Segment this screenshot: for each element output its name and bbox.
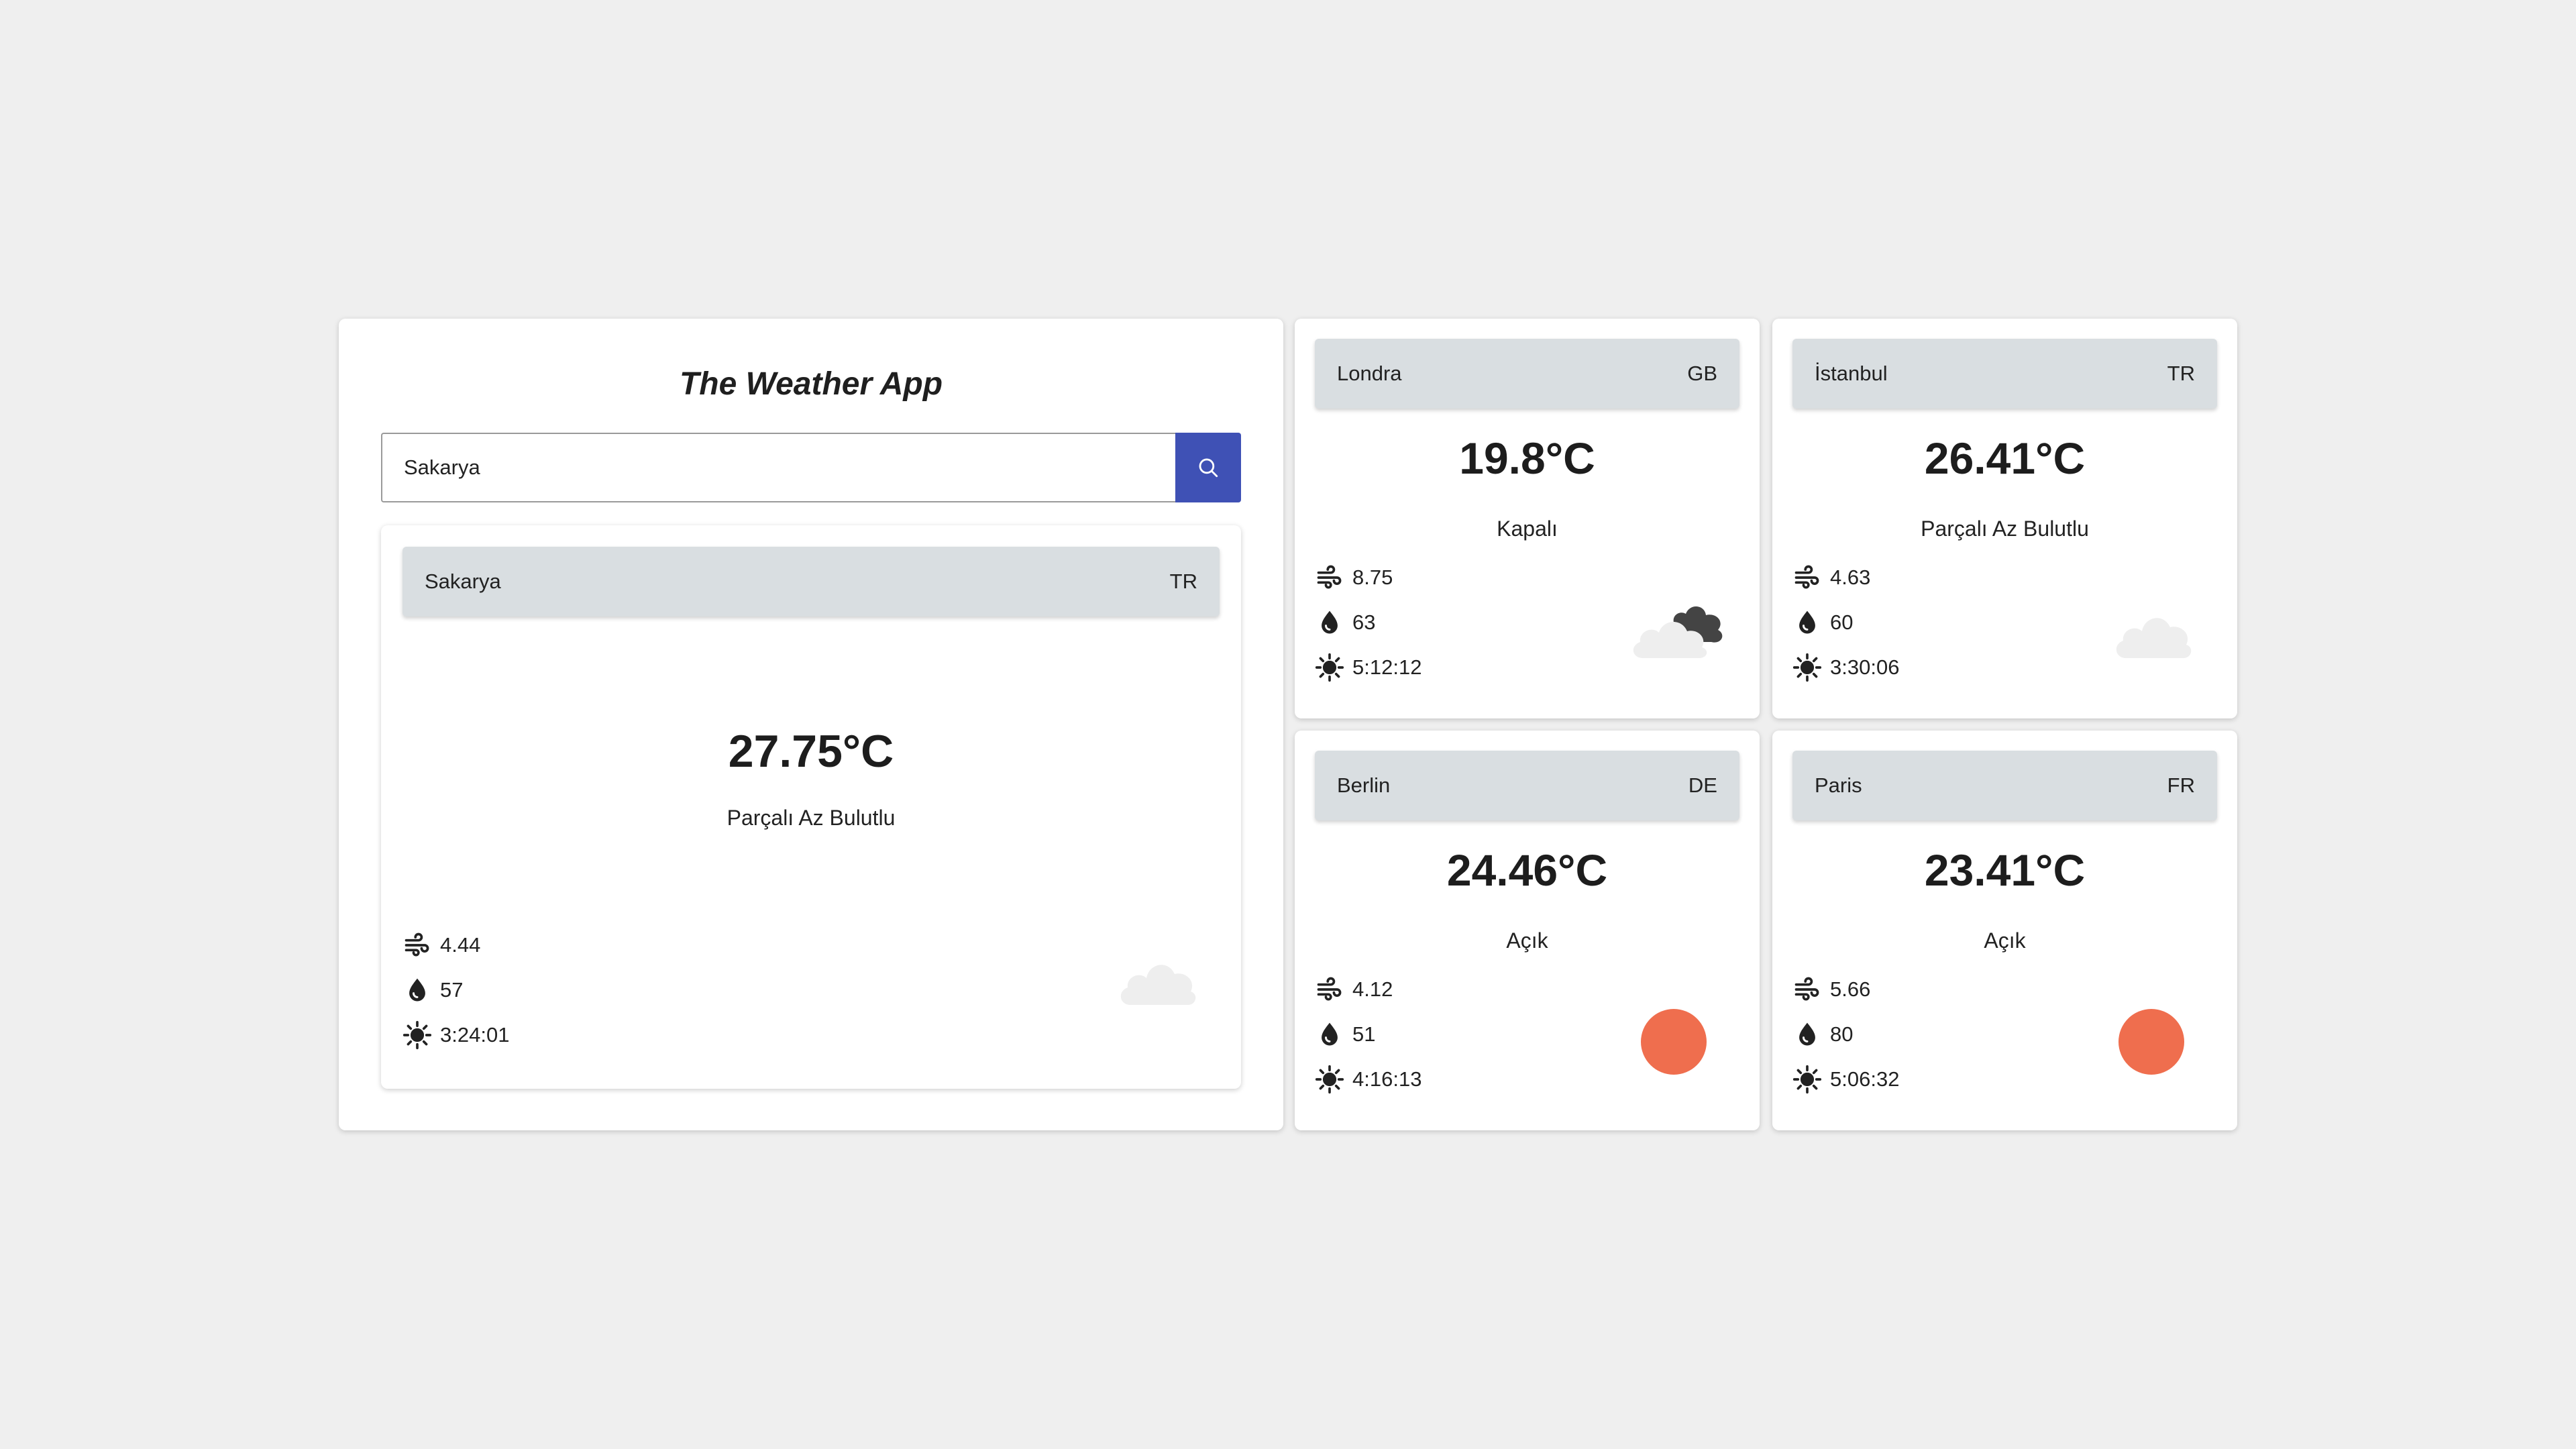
temperature: 26.41°C	[1924, 433, 2086, 483]
sun-stat: 3:30:06	[1792, 645, 1899, 690]
sun-icon	[1315, 1065, 1344, 1093]
wind-value: 4.63	[1830, 565, 1871, 589]
humidity-stat: 80	[1792, 1012, 1899, 1057]
humidity-stat: 63	[1315, 600, 1421, 645]
sunshine-value: 4:16:13	[1352, 1067, 1422, 1091]
sunshine-value: 5:06:32	[1830, 1067, 1900, 1091]
humidity-icon	[1322, 1022, 1338, 1045]
sunshine-value: 3:30:06	[1830, 655, 1900, 679]
cloud-icon	[1120, 965, 1196, 1005]
humidity-icon	[1799, 1022, 1815, 1045]
humidity-value: 60	[1830, 610, 1854, 634]
humidity-stat: 51	[1315, 1012, 1421, 1057]
humidity-value: 63	[1352, 610, 1376, 634]
card-header: Londra GB	[1315, 339, 1739, 409]
wind-stat: 8.75	[1315, 555, 1421, 600]
humidity-value: 51	[1352, 1022, 1376, 1046]
city-card-paris: Paris FR 23.41°C Açık 5.66 80 5:06:32	[1772, 731, 2237, 1130]
sun-icon	[1315, 653, 1344, 682]
sun-stat: 5:06:32	[1792, 1057, 1899, 1102]
city-name: Londra	[1337, 362, 1402, 385]
weather-description: Açık	[1506, 928, 1548, 953]
wind-stat: 4.44	[402, 922, 509, 967]
wind-value: 4.44	[440, 932, 481, 957]
temperature: 24.46°C	[1446, 845, 1608, 895]
sun-icon	[1792, 653, 1822, 682]
sun-stat: 5:12:12	[1315, 645, 1421, 690]
sunshine-value: 3:24:01	[440, 1022, 510, 1046]
card-header: Paris FR	[1792, 751, 2217, 820]
weather-stats: 4.12 51 4:16:13	[1315, 967, 1421, 1102]
weather-description: Kapalı	[1497, 517, 1558, 541]
weather-stats: 5.66 80 5:06:32	[1792, 967, 1899, 1102]
wind-icon	[1794, 977, 1819, 1000]
sun-icon	[402, 1020, 432, 1049]
temperature: 27.75°C	[728, 726, 894, 777]
wind-stat: 4.63	[1792, 555, 1899, 600]
city-card-londra: Londra GB 19.8°C Kapalı 8.75 63 5:12:12	[1295, 319, 1760, 718]
city-card-berlin: Berlin DE 24.46°C Açık 4.12 51 4:16:13	[1295, 731, 1760, 1130]
city-card-istanbul: İstanbul TR 26.41°C Parçalı Az Bulutlu 4…	[1772, 319, 2237, 718]
wind-value: 8.75	[1352, 565, 1393, 589]
wind-value: 4.12	[1352, 977, 1393, 1001]
search-panel: The Weather App Sakarya TR 27.75°C Parça…	[339, 319, 1283, 1130]
sun-icon	[2118, 1009, 2184, 1075]
wind-value: 5.66	[1830, 977, 1871, 1001]
sunshine-value: 5:12:12	[1352, 655, 1422, 679]
wind-stat: 5.66	[1792, 967, 1899, 1012]
sun-icon	[1792, 1065, 1822, 1093]
humidity-stat: 57	[402, 967, 509, 1012]
humidity-stat: 60	[1792, 600, 1899, 645]
sun-stat: 4:16:13	[1315, 1057, 1421, 1102]
country-code: DE	[1688, 773, 1717, 797]
weather-stats: 4.44 57 3:24:01	[402, 922, 509, 1057]
weather-description: Parçalı Az Bulutlu	[1921, 517, 2089, 541]
card-header: Sakarya TR	[402, 547, 1220, 616]
weather-stats: 8.75 63 5:12:12	[1315, 555, 1421, 690]
city-name: İstanbul	[1815, 362, 1888, 385]
country-code: GB	[1687, 362, 1717, 385]
weather-description: Açık	[1984, 928, 2026, 953]
search-bar	[381, 433, 1241, 502]
sun-icon	[1641, 1009, 1707, 1075]
overcast-cloud-icon	[1633, 606, 1723, 658]
wind-icon	[1794, 565, 1819, 588]
humidity-value: 80	[1830, 1022, 1854, 1046]
country-code: TR	[2167, 362, 2195, 385]
weather-stats: 4.63 60 3:30:06	[1792, 555, 1899, 690]
sun-stat: 3:24:01	[402, 1012, 509, 1057]
city-name: Berlin	[1337, 773, 1391, 797]
temperature: 23.41°C	[1924, 845, 2086, 895]
humidity-icon	[1322, 610, 1338, 633]
wind-icon	[1317, 977, 1342, 1000]
card-header: Berlin DE	[1315, 751, 1739, 820]
search-button[interactable]	[1175, 433, 1241, 502]
country-code: FR	[2167, 773, 2195, 797]
wind-icon	[1317, 565, 1342, 588]
weather-description: Parçalı Az Bulutlu	[727, 806, 896, 830]
card-header: İstanbul TR	[1792, 339, 2217, 409]
humidity-icon	[1799, 610, 1815, 633]
temperature: 19.8°C	[1459, 433, 1595, 483]
city-name: Paris	[1815, 773, 1862, 797]
city-name: Sakarya	[425, 570, 501, 593]
wind-icon	[405, 932, 429, 956]
search-icon	[1199, 458, 1218, 478]
country-code: TR	[1169, 570, 1197, 593]
app-title: The Weather App	[679, 366, 943, 402]
current-weather-card: Sakarya TR 27.75°C Parçalı Az Bulutlu 4.…	[381, 525, 1241, 1089]
humidity-value: 57	[440, 977, 464, 1002]
humidity-icon	[409, 978, 425, 1001]
cloud-icon	[2116, 618, 2192, 658]
wind-stat: 4.12	[1315, 967, 1421, 1012]
search-input[interactable]	[381, 433, 1175, 502]
